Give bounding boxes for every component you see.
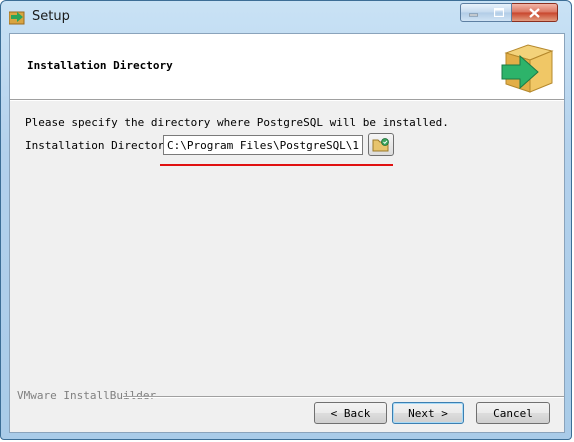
minimize-icon	[469, 13, 478, 17]
app-icon	[9, 11, 25, 25]
footer-divider	[123, 396, 564, 397]
setup-window: Setup Installation Directory Please spec…	[0, 0, 572, 440]
installer-box-arrow-icon	[501, 44, 554, 93]
dialog-client-area: Installation Directory Please specify th…	[9, 33, 565, 433]
cancel-button[interactable]: Cancel	[476, 402, 550, 424]
installation-directory-label: Installation Directory	[25, 139, 171, 152]
close-icon	[529, 7, 540, 18]
browse-button[interactable]	[368, 133, 394, 156]
annotation-underline	[160, 164, 393, 166]
installation-directory-input[interactable]	[163, 135, 363, 155]
header-divider	[10, 100, 564, 101]
folder-browse-icon	[372, 138, 389, 152]
title-bar[interactable]: Setup	[1, 1, 573, 33]
next-button[interactable]: Next >	[392, 402, 464, 424]
close-button[interactable]	[512, 3, 558, 22]
back-button[interactable]: < Back	[314, 402, 387, 424]
maximize-button[interactable]	[486, 3, 512, 22]
directory-description: Please specify the directory where Postg…	[25, 116, 449, 129]
minimize-button[interactable]	[460, 3, 487, 22]
maximize-icon	[493, 8, 504, 17]
page-title: Installation Directory	[27, 59, 173, 72]
window-title: Setup	[32, 9, 70, 24]
wizard-header: Installation Directory	[10, 34, 564, 100]
